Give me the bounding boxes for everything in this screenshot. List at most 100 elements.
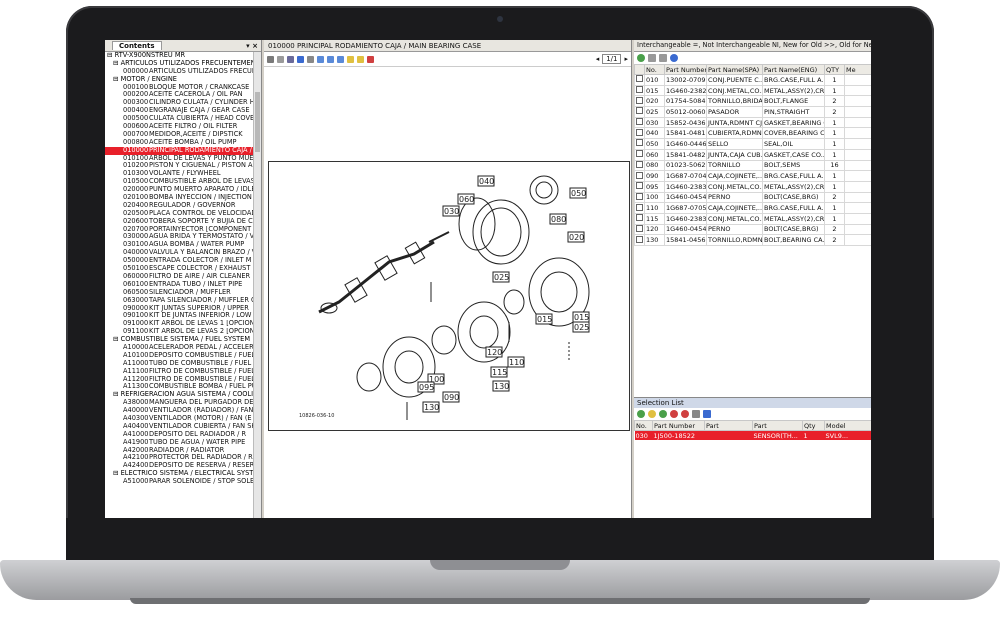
tree-item[interactable]: 050000ENTRADA COLECTOR / INLET M xyxy=(105,257,253,265)
checkbox[interactable] xyxy=(636,139,643,147)
col-part-name-spa[interactable]: Part Name(SPA) xyxy=(706,64,763,75)
tree-group[interactable]: ⊟ RTV-X900NSTREU MR xyxy=(105,52,253,60)
remove-icon[interactable] xyxy=(670,410,678,418)
tree-item[interactable]: 000200ACEITE CACEROLA / OIL PAN xyxy=(105,91,253,99)
tree-item[interactable]: 010000PRINCIPAL RODAMIENTO CAJA / xyxy=(105,146,253,155)
parts-row[interactable]: 030 15852-04360 JUNTA,RDMNT CJ GASKET,BEARI… xyxy=(634,116,871,129)
checkbox[interactable] xyxy=(636,193,643,200)
callout-label[interactable]: 130 xyxy=(424,403,439,412)
tree-item[interactable]: 020600TOBERA SOPORTE Y BUJIA DE C xyxy=(105,218,253,226)
tree-item[interactable]: 030000AGUA BRIDA Y TERMOSTATO / V xyxy=(105,233,253,241)
image-icon[interactable] xyxy=(307,55,314,63)
tree-scrollbar[interactable] xyxy=(253,52,261,518)
row-checkbox[interactable] xyxy=(634,159,645,172)
tree-item[interactable]: 000400ENGRANAJE CAJA / GEAR CASE xyxy=(105,107,253,115)
tree-item[interactable]: 020700PORTAINYECTOR [COMPONENT xyxy=(105,226,253,234)
tree-item[interactable]: 010100ARBOL DE LEVAS Y PUNTO MUE xyxy=(105,155,253,163)
sel-col-part-2[interactable]: Part xyxy=(752,420,803,431)
tree-item[interactable]: 091000KIT ARBOL DE LEVAS 1 [OPCION xyxy=(105,320,253,328)
tree-item[interactable]: A40400VENTILADOR CUBIERTA / FAN SH xyxy=(105,423,253,431)
parts-row[interactable]: 115 1G460-23833 CONJ.METAL,CO... METAL,ASSY… xyxy=(634,212,871,225)
tree-item[interactable]: 020400REGULADOR / GOVERNOR xyxy=(105,202,253,210)
parts-row[interactable]: 010 13002-07090 CONJ.PUENTE C... BRG.CASE,F… xyxy=(634,74,871,86)
parts-row[interactable]: 080 01023-50622 TORNILLO BOLT,SEMS 16 xyxy=(634,159,871,172)
checkbox[interactable] xyxy=(636,225,643,232)
row-checkbox[interactable] xyxy=(634,116,645,129)
row-checkbox[interactable] xyxy=(634,180,645,193)
page-number[interactable]: 1/1 xyxy=(602,54,622,64)
tree-item[interactable]: 090000KIT JUNTAS SUPERIOR / UPPER xyxy=(105,305,253,313)
callout-label[interactable]: 030 xyxy=(444,207,459,216)
scroll-thumb[interactable] xyxy=(255,92,260,152)
prev-page-icon[interactable]: ◂ xyxy=(596,55,600,63)
copy-icon[interactable] xyxy=(648,54,656,62)
row-checkbox[interactable] xyxy=(634,106,645,118)
pane-pin-close-icon[interactable]: ▾ × xyxy=(246,42,258,50)
callout-label[interactable]: 130 xyxy=(494,382,509,391)
callout-label[interactable]: 115 xyxy=(492,368,507,377)
sel-col-part-number[interactable]: Part Number xyxy=(652,420,705,431)
callout-label[interactable]: 050 xyxy=(571,189,586,198)
callout-label[interactable]: 090 xyxy=(444,393,459,402)
tree-item[interactable]: 000800ACEITE BOMBA / OIL PUMP xyxy=(105,139,253,147)
tree-item[interactable]: A11200FILTRO DE COMBUSTIBLE / FUEL xyxy=(105,376,253,384)
row-checkbox[interactable] xyxy=(634,84,645,97)
checkbox[interactable] xyxy=(636,182,643,190)
tree-item[interactable]: 020000PUNTO MUERTO APARATO / IDLE xyxy=(105,186,253,194)
checkbox[interactable] xyxy=(636,160,643,168)
tree-item[interactable]: 050100ESCAPE COLECTOR / EXHAUST xyxy=(105,265,253,273)
tree-item[interactable]: 060000FILTRO DE AIRE / AIR CLEANER xyxy=(105,273,253,281)
tree-item[interactable]: 010500COMBUSTIBLE ARBOL DE LEVAS xyxy=(105,178,253,186)
tree-item[interactable]: 000300CILINDRO CULATA / CYLINDER H xyxy=(105,99,253,107)
checkbox[interactable] xyxy=(636,128,643,136)
tree-item[interactable]: A10000ACELERADOR PEDAL / ACCELER xyxy=(105,344,253,352)
sel-col-qty[interactable]: Qty xyxy=(802,420,825,431)
print-icon[interactable] xyxy=(659,54,667,62)
zoom-out-icon[interactable] xyxy=(327,55,334,63)
callout-label[interactable]: 040 xyxy=(479,177,494,186)
tree-item[interactable]: A41000DEPOSITO DEL RADIADOR / R xyxy=(105,431,253,439)
checkbox[interactable] xyxy=(636,75,643,83)
tree-item[interactable]: 091100KIT ARBOL DE LEVAS 2 [OPCION xyxy=(105,328,253,336)
check-icon[interactable] xyxy=(637,54,645,62)
tree-item[interactable]: A42000RADIADOR / RADIATOR xyxy=(105,447,253,455)
selection-row[interactable]: 030 1J500-18522 SENSOR(TH... 1 SVL9... xyxy=(634,430,871,440)
row-checkbox[interactable] xyxy=(634,170,645,182)
row-checkbox[interactable] xyxy=(634,212,645,225)
parts-row[interactable]: 050 1G460-04460 SELLO SEAL,OIL 1 xyxy=(634,138,871,150)
parts-row[interactable]: 100 1G460-04540 PERNO BOLT(CASE,BRG) 2 xyxy=(634,191,871,204)
tree-item[interactable]: A11100FILTRO DE COMBUSTIBLE / FUEL xyxy=(105,368,253,376)
row-checkbox[interactable] xyxy=(634,223,645,236)
callout-label[interactable]: 095 xyxy=(419,383,434,392)
checkbox[interactable] xyxy=(636,214,643,222)
tree-item[interactable]: A42100PROTECTOR DEL RADIADOR / R xyxy=(105,454,253,462)
tree-item[interactable]: 090100KIT DE JUNTAS INFERIOR / LOW xyxy=(105,312,253,320)
row-checkbox[interactable] xyxy=(634,234,645,246)
tree-group[interactable]: ⊟ MOTOR / ENGINE xyxy=(105,76,253,84)
next-page-icon[interactable]: ▸ xyxy=(624,55,628,63)
row-checkbox[interactable] xyxy=(634,95,645,108)
save-icon[interactable] xyxy=(297,55,304,63)
parts-row[interactable]: 025 05012-00608 PASADOR PIN,STRAIGHT 2 xyxy=(634,106,871,118)
checkbox[interactable] xyxy=(636,171,643,179)
parts-row[interactable]: 095 1G460-23833 CONJ.METAL,CO... METAL,ASSY… xyxy=(634,180,871,193)
row-checkbox[interactable] xyxy=(634,138,645,150)
row-checkbox[interactable] xyxy=(634,191,645,204)
sel-col-no[interactable]: No. xyxy=(634,420,653,431)
row-checkbox[interactable] xyxy=(634,127,645,140)
callout-label[interactable]: 015 xyxy=(574,313,589,322)
row-checkbox[interactable] xyxy=(634,74,645,86)
print-icon[interactable] xyxy=(692,410,700,418)
tree-group[interactable]: ⊟ REFRIGERACION AGUA SISTEMA / COOLING W xyxy=(105,391,253,399)
exploded-parts-diagram[interactable]: 050 040 060 030 080 020 025 015 015 025 120 110 115 1… xyxy=(268,161,630,431)
tab-contents[interactable]: Contents xyxy=(112,41,162,50)
info-icon[interactable] xyxy=(670,54,678,62)
parts-row[interactable]: 015 1G460-23823 CONJ.METAL,CO... METAL,ASSY… xyxy=(634,84,871,97)
tree-item[interactable]: 000600ACEITE FILTRO / OIL FILTER xyxy=(105,123,253,131)
parts-row[interactable]: 060 15841-04823 JUNTA,CAJA CUB... GASKET,CA… xyxy=(634,148,871,161)
tree-item[interactable]: 000000ARTICULOS UTILIZADOS FRECUENTE xyxy=(105,68,253,76)
sel-col-model[interactable]: Model xyxy=(824,420,871,431)
tree-group[interactable]: ⊟ ARTICULOS UTILIZADOS FRECUENTEMENTE xyxy=(105,60,253,68)
tree-item[interactable]: 040000VALVULA Y BALANCIN BRAZO / V xyxy=(105,249,253,257)
tree-item[interactable]: A40300VENTILADOR (MOTOR) / FAN (E xyxy=(105,415,253,423)
